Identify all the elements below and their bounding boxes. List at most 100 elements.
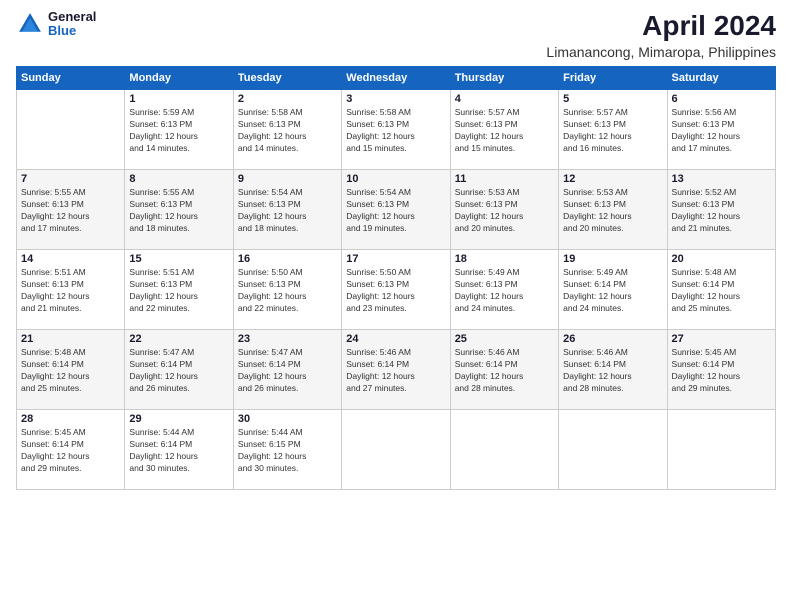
day-cell: 25 Sunrise: 5:46 AM Sunset: 6:14 PM Dayli…: [450, 330, 558, 410]
day-number: 6: [672, 93, 771, 105]
day-cell: [342, 410, 450, 490]
day-info: Sunrise: 5:50 AM Sunset: 6:13 PM Dayligh…: [238, 267, 337, 315]
day-cell: 2Sunrise: 5:58 AM Sunset: 6:13 PM Daylig…: [233, 90, 341, 170]
day-number: 13: [672, 173, 771, 185]
day-number: 2: [238, 93, 337, 105]
day-cell: 17 Sunrise: 5:50 AM Sunset: 6:13 PM Dayli…: [342, 250, 450, 330]
day-info: Sunrise: 5:51 AM Sunset: 6:13 PM Dayligh…: [129, 267, 228, 315]
day-cell: 3Sunrise: 5:58 AM Sunset: 6:13 PM Daylig…: [342, 90, 450, 170]
day-cell: [17, 90, 125, 170]
day-number: 26: [563, 333, 662, 345]
day-cell: 27 Sunrise: 5:45 AM Sunset: 6:14 PM Dayli…: [667, 330, 775, 410]
day-cell: 28Sunrise: 5:45 AM Sunset: 6:14 PM Dayli…: [17, 410, 125, 490]
day-number: 19: [563, 253, 662, 265]
day-info: Sunrise: 5:53 AM Sunset: 6:13 PM Dayligh…: [563, 187, 662, 235]
day-number: 25: [455, 333, 554, 345]
day-info: Sunrise: 5:47 AM Sunset: 6:14 PM Dayligh…: [129, 347, 228, 395]
logo-blue-text: Blue: [48, 24, 96, 38]
day-cell: 15 Sunrise: 5:51 AM Sunset: 6:13 PM Dayli…: [125, 250, 233, 330]
day-number: 9: [238, 173, 337, 185]
day-cell: 19 Sunrise: 5:49 AM Sunset: 6:14 PM Dayli…: [559, 250, 667, 330]
day-number: 14: [21, 253, 120, 265]
day-number: 3: [346, 93, 445, 105]
day-cell: 20 Sunrise: 5:48 AM Sunset: 6:14 PM Dayli…: [667, 250, 775, 330]
day-cell: 7Sunrise: 5:55 AM Sunset: 6:13 PM Daylig…: [17, 170, 125, 250]
logo-icon: [16, 10, 44, 38]
header-cell-tuesday: Tuesday: [233, 67, 341, 90]
day-number: 1: [129, 93, 228, 105]
day-number: 10: [346, 173, 445, 185]
day-number: 20: [672, 253, 771, 265]
day-cell: 10 Sunrise: 5:54 AM Sunset: 6:13 PM Dayli…: [342, 170, 450, 250]
header-row: SundayMondayTuesdayWednesdayThursdayFrid…: [17, 67, 776, 90]
header-cell-sunday: Sunday: [17, 67, 125, 90]
week-row-3: 21 Sunrise: 5:48 AM Sunset: 6:14 PM Dayli…: [17, 330, 776, 410]
day-info: Sunrise: 5:45 AM Sunset: 6:14 PM Dayligh…: [672, 347, 771, 395]
week-row-2: 14 Sunrise: 5:51 AM Sunset: 6:13 PM Dayli…: [17, 250, 776, 330]
day-number: 11: [455, 173, 554, 185]
header-cell-saturday: Saturday: [667, 67, 775, 90]
day-info: Sunrise: 5:44 AM Sunset: 6:15 PM Dayligh…: [238, 427, 337, 475]
day-cell: 21 Sunrise: 5:48 AM Sunset: 6:14 PM Dayli…: [17, 330, 125, 410]
header: General Blue April 2024 Limanancong, Mim…: [16, 10, 776, 60]
header-cell-wednesday: Wednesday: [342, 67, 450, 90]
day-info: Sunrise: 5:57 AM Sunset: 6:13 PM Dayligh…: [563, 107, 662, 155]
day-info: Sunrise: 5:55 AM Sunset: 6:13 PM Dayligh…: [129, 187, 228, 235]
day-info: Sunrise: 5:49 AM Sunset: 6:14 PM Dayligh…: [563, 267, 662, 315]
day-cell: 18 Sunrise: 5:49 AM Sunset: 6:13 PM Dayli…: [450, 250, 558, 330]
day-info: Sunrise: 5:52 AM Sunset: 6:13 PM Dayligh…: [672, 187, 771, 235]
day-number: 21: [21, 333, 120, 345]
day-info: Sunrise: 5:47 AM Sunset: 6:14 PM Dayligh…: [238, 347, 337, 395]
day-number: 7: [21, 173, 120, 185]
day-number: 15: [129, 253, 228, 265]
day-info: Sunrise: 5:46 AM Sunset: 6:14 PM Dayligh…: [455, 347, 554, 395]
title-area: April 2024 Limanancong, Mimaropa, Philip…: [546, 10, 776, 60]
day-number: 17: [346, 253, 445, 265]
day-info: Sunrise: 5:54 AM Sunset: 6:13 PM Dayligh…: [238, 187, 337, 235]
page: General Blue April 2024 Limanancong, Mim…: [0, 0, 792, 612]
logo: General Blue: [16, 10, 96, 39]
day-number: 18: [455, 253, 554, 265]
day-info: Sunrise: 5:59 AM Sunset: 6:13 PM Dayligh…: [129, 107, 228, 155]
day-number: 8: [129, 173, 228, 185]
day-info: Sunrise: 5:45 AM Sunset: 6:14 PM Dayligh…: [21, 427, 120, 475]
day-cell: 23 Sunrise: 5:47 AM Sunset: 6:14 PM Dayli…: [233, 330, 341, 410]
day-info: Sunrise: 5:50 AM Sunset: 6:13 PM Dayligh…: [346, 267, 445, 315]
day-cell: 16Sunrise: 5:50 AM Sunset: 6:13 PM Dayli…: [233, 250, 341, 330]
day-number: 30: [238, 413, 337, 425]
day-cell: 22 Sunrise: 5:47 AM Sunset: 6:14 PM Dayli…: [125, 330, 233, 410]
week-row-4: 28Sunrise: 5:45 AM Sunset: 6:14 PM Dayli…: [17, 410, 776, 490]
calendar-header: SundayMondayTuesdayWednesdayThursdayFrid…: [17, 67, 776, 90]
subtitle: Limanancong, Mimaropa, Philippines: [546, 44, 776, 60]
day-number: 12: [563, 173, 662, 185]
logo-text: General Blue: [48, 10, 96, 39]
day-info: Sunrise: 5:48 AM Sunset: 6:14 PM Dayligh…: [21, 347, 120, 395]
day-cell: 13 Sunrise: 5:52 AM Sunset: 6:13 PM Dayli…: [667, 170, 775, 250]
day-cell: 6 Sunrise: 5:56 AM Sunset: 6:13 PM Daylig…: [667, 90, 775, 170]
day-number: 24: [346, 333, 445, 345]
week-row-1: 7 Sunrise: 5:55 AM Sunset: 6:13 PM Daylig…: [17, 170, 776, 250]
day-info: Sunrise: 5:56 AM Sunset: 6:13 PM Dayligh…: [672, 107, 771, 155]
day-info: Sunrise: 5:46 AM Sunset: 6:14 PM Dayligh…: [346, 347, 445, 395]
day-number: 27: [672, 333, 771, 345]
day-info: Sunrise: 5:48 AM Sunset: 6:14 PM Dayligh…: [672, 267, 771, 315]
day-cell: 30 Sunrise: 5:44 AM Sunset: 6:15 PM Dayli…: [233, 410, 341, 490]
day-number: 22: [129, 333, 228, 345]
day-cell: 14 Sunrise: 5:51 AM Sunset: 6:13 PM Dayli…: [17, 250, 125, 330]
day-info: Sunrise: 5:49 AM Sunset: 6:13 PM Dayligh…: [455, 267, 554, 315]
day-number: 23: [238, 333, 337, 345]
logo-general-text: General: [48, 10, 96, 24]
week-row-0: 1 Sunrise: 5:59 AM Sunset: 6:13 PM Daylig…: [17, 90, 776, 170]
day-cell: 24 Sunrise: 5:46 AM Sunset: 6:14 PM Dayli…: [342, 330, 450, 410]
day-cell: 4Sunrise: 5:57 AM Sunset: 6:13 PM Daylig…: [450, 90, 558, 170]
header-cell-monday: Monday: [125, 67, 233, 90]
day-info: Sunrise: 5:51 AM Sunset: 6:13 PM Dayligh…: [21, 267, 120, 315]
day-cell: 26Sunrise: 5:46 AM Sunset: 6:14 PM Dayli…: [559, 330, 667, 410]
day-info: Sunrise: 5:44 AM Sunset: 6:14 PM Dayligh…: [129, 427, 228, 475]
day-cell: 5Sunrise: 5:57 AM Sunset: 6:13 PM Daylig…: [559, 90, 667, 170]
day-cell: 8 Sunrise: 5:55 AM Sunset: 6:13 PM Daylig…: [125, 170, 233, 250]
main-title: April 2024: [546, 10, 776, 42]
day-info: Sunrise: 5:57 AM Sunset: 6:13 PM Dayligh…: [455, 107, 554, 155]
day-info: Sunrise: 5:54 AM Sunset: 6:13 PM Dayligh…: [346, 187, 445, 235]
day-cell: [559, 410, 667, 490]
